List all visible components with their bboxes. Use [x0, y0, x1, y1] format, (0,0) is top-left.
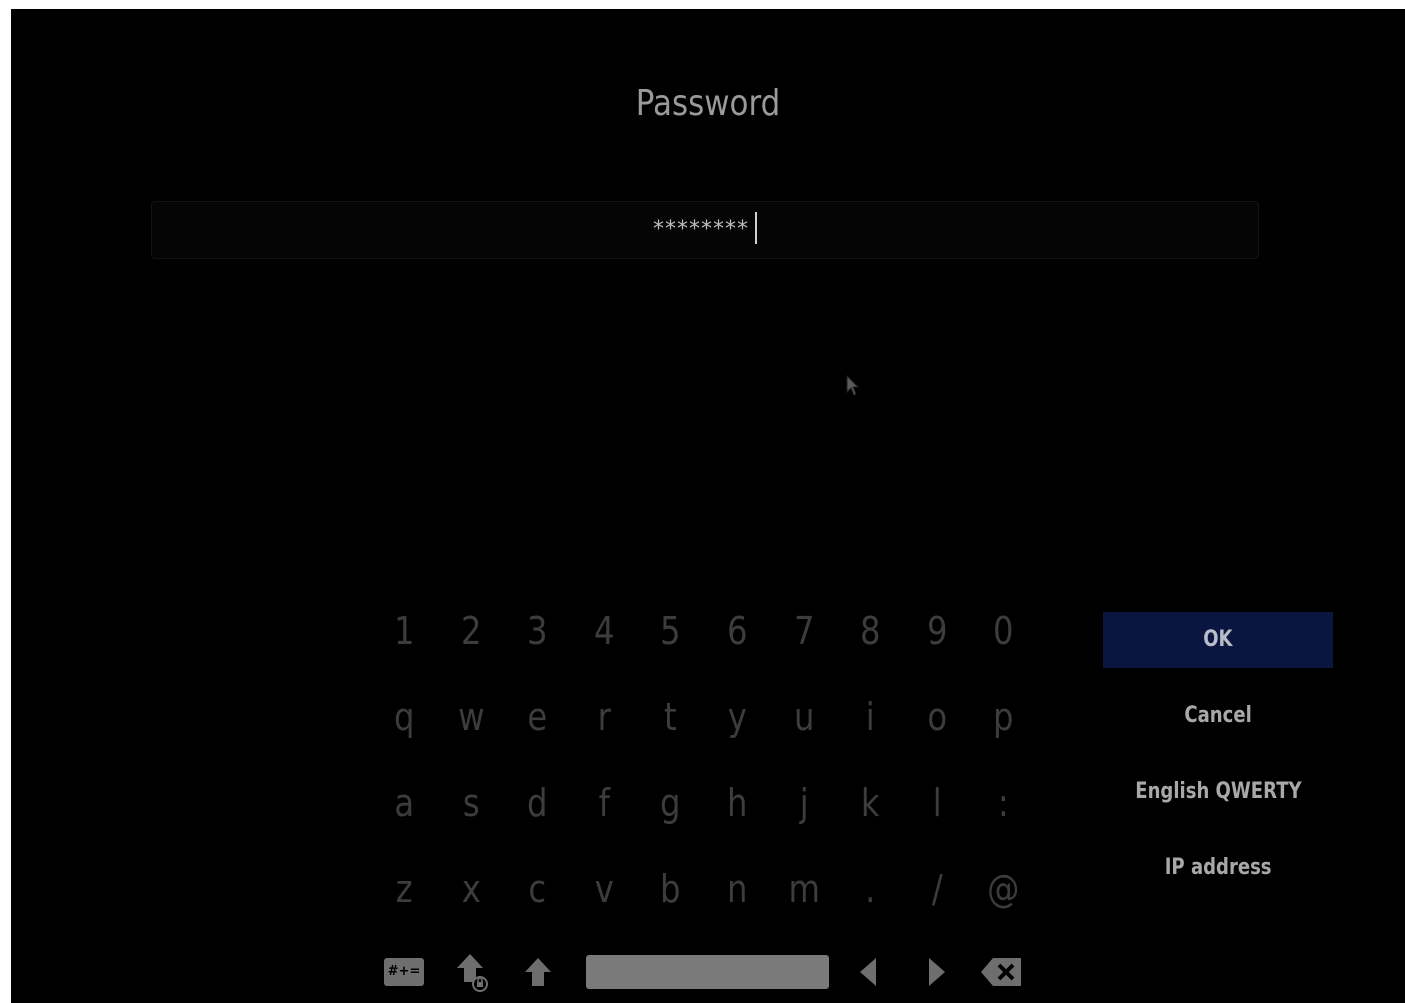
ok-button[interactable]: OK [1103, 612, 1333, 668]
key[interactable]: k [842, 771, 899, 857]
right-arrow-icon [929, 958, 945, 986]
password-value-line: ******** [152, 212, 1258, 244]
ok-button-label: OK [1203, 627, 1233, 652]
cursor-right-key[interactable] [925, 950, 949, 994]
key[interactable]: 9 [909, 599, 966, 685]
key[interactable]: 5 [642, 599, 699, 685]
key[interactable]: 0 [975, 599, 1032, 685]
key[interactable]: r [576, 685, 633, 771]
keyboard-layout-label: English QWERTY [1134, 779, 1302, 804]
space-bar [586, 955, 829, 989]
ip-address-button[interactable]: IP address [1103, 840, 1333, 896]
key[interactable]: 8 [842, 599, 899, 685]
space-bar-key[interactable] [586, 950, 829, 994]
key[interactable]: w [443, 685, 500, 771]
password-field[interactable]: ******** [151, 201, 1259, 259]
key[interactable]: l [909, 771, 966, 857]
key[interactable]: b [642, 857, 699, 943]
keyboard-layout-button[interactable]: English QWERTY [1103, 764, 1333, 820]
key[interactable]: @ [975, 857, 1032, 943]
key[interactable]: 7 [776, 599, 833, 685]
text-caret [755, 212, 757, 244]
key[interactable]: a [376, 771, 433, 857]
key[interactable]: p [975, 685, 1032, 771]
key[interactable]: v [576, 857, 633, 943]
dialog-title: Password [635, 83, 781, 124]
key-row-qwerty: q w e r t y u i o p [371, 685, 1037, 771]
key[interactable]: x [443, 857, 500, 943]
key[interactable]: z [376, 857, 433, 943]
key[interactable]: m [776, 857, 833, 943]
key[interactable]: c [509, 857, 566, 943]
key-row-numbers: 1 2 3 4 5 6 7 8 9 0 [371, 599, 1037, 685]
key[interactable]: 3 [509, 599, 566, 685]
backspace-icon [981, 958, 1021, 986]
ip-address-label: IP address [1164, 855, 1272, 880]
key[interactable]: 2 [443, 599, 500, 685]
key[interactable]: g [642, 771, 699, 857]
key[interactable]: / [909, 857, 966, 943]
key[interactable]: t [642, 685, 699, 771]
keyboard-tool-row: #+= [11, 950, 1405, 998]
key[interactable]: j [776, 771, 833, 857]
backspace-key[interactable] [979, 950, 1023, 994]
key[interactable]: u [776, 685, 833, 771]
key[interactable]: 6 [709, 599, 766, 685]
dialog-actions: OK Cancel English QWERTY IP address [1103, 612, 1333, 916]
key[interactable]: i [842, 685, 899, 771]
cancel-button[interactable]: Cancel [1103, 688, 1333, 744]
shift-lock-key[interactable] [454, 950, 490, 994]
key-row-asdf: a s d f g h j k l : [371, 771, 1037, 857]
key[interactable]: o [909, 685, 966, 771]
symbols-key-label: #+= [384, 958, 424, 986]
key[interactable]: d [509, 771, 566, 857]
symbols-key[interactable]: #+= [383, 950, 425, 994]
on-screen-keyboard: 1 2 3 4 5 6 7 8 9 0 q w e r t y u i o p … [371, 599, 1037, 943]
key[interactable]: h [709, 771, 766, 857]
key[interactable]: : [975, 771, 1032, 857]
key-row-zxcv: z x c v b n m . / @ [371, 857, 1037, 943]
password-value: ******** [653, 217, 749, 242]
shift-key[interactable] [522, 950, 554, 994]
cancel-button-label: Cancel [1184, 703, 1252, 728]
shift-icon [525, 958, 551, 986]
key[interactable]: f [576, 771, 633, 857]
key[interactable]: 4 [576, 599, 633, 685]
key[interactable]: q [376, 685, 433, 771]
key[interactable]: n [709, 857, 766, 943]
key[interactable]: . [842, 857, 899, 943]
key[interactable]: s [443, 771, 500, 857]
key[interactable]: y [709, 685, 766, 771]
key[interactable]: e [509, 685, 566, 771]
left-arrow-icon [860, 958, 876, 986]
keyboard-dialog: Password ******** 1 2 3 4 5 6 7 8 9 0 q … [11, 9, 1405, 1003]
key[interactable]: 1 [376, 599, 433, 685]
cursor-left-key[interactable] [856, 950, 880, 994]
shift-lock-icon [457, 954, 488, 992]
